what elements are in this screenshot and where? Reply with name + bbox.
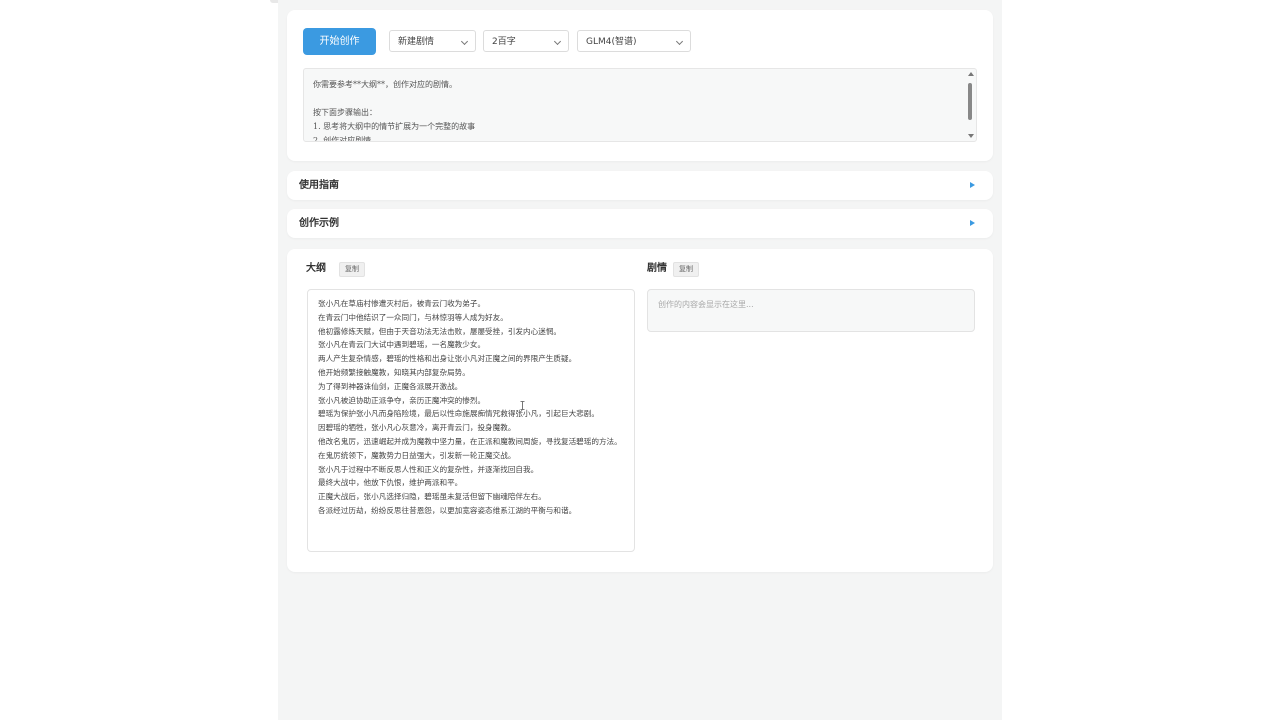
usage-guide-collapse[interactable]: 使用指南	[287, 171, 993, 200]
toolbar-card: 开始创作 新建剧情 2百字 GLM4(智谱) 你需要参考**大纲**，创作对应的…	[287, 10, 993, 161]
chevron-down-icon	[675, 37, 684, 46]
creation-example-title: 创作示例	[299, 218, 339, 229]
outline-textarea[interactable]: 张小凡在草庙村惨遭灭村后，被青云门收为弟子。 在青云门中他结识了一众同门，与林惊…	[307, 289, 635, 552]
prompt-text: 你需要参考**大纲**，创作对应的剧情。 按下面步骤输出： 1. 思考将大纲中的…	[313, 80, 476, 142]
app-container: 开始创作 新建剧情 2百字 GLM4(智谱) 你需要参考**大纲**，创作对应的…	[278, 0, 1002, 720]
chevron-down-icon	[553, 37, 562, 46]
plot-output[interactable]: 创作的内容会显示在这里...	[647, 289, 975, 332]
text-cursor-icon	[520, 401, 525, 410]
prompt-scrollbar[interactable]	[967, 72, 974, 138]
length-select[interactable]: 2百字	[483, 30, 569, 52]
expand-arrow-icon	[970, 220, 975, 226]
chevron-down-icon	[460, 37, 469, 46]
scroll-down-icon[interactable]	[968, 134, 974, 138]
prompt-textarea[interactable]: 你需要参考**大纲**，创作对应的剧情。 按下面步骤输出： 1. 思考将大纲中的…	[303, 68, 977, 142]
usage-guide-title: 使用指南	[299, 180, 339, 191]
length-select-value: 2百字	[492, 37, 516, 47]
scroll-up-icon[interactable]	[968, 72, 974, 76]
outline-text: 张小凡在草庙村惨遭灭村后，被青云门收为弟子。 在青云门中他结识了一众同门，与林惊…	[318, 299, 622, 515]
outline-title: 大纲	[306, 263, 326, 274]
expand-arrow-icon	[970, 182, 975, 188]
mode-select[interactable]: 新建剧情	[389, 30, 476, 52]
plot-title: 剧情	[647, 263, 667, 274]
model-select[interactable]: GLM4(智谱)	[577, 30, 691, 52]
scroll-thumb[interactable]	[968, 83, 972, 120]
model-select-value: GLM4(智谱)	[586, 37, 637, 47]
outline-copy-button[interactable]: 复制	[339, 262, 365, 277]
plot-placeholder: 创作的内容会显示在这里...	[658, 300, 754, 309]
mode-select-value: 新建剧情	[398, 37, 435, 47]
plot-copy-button[interactable]: 复制	[673, 262, 699, 277]
editor-card: 大纲 复制 剧情 复制 张小凡在草庙村惨遭灭村后，被青云门收为弟子。 在青云门中…	[287, 249, 993, 572]
creation-example-collapse[interactable]: 创作示例	[287, 209, 993, 238]
start-create-button[interactable]: 开始创作	[303, 28, 376, 55]
